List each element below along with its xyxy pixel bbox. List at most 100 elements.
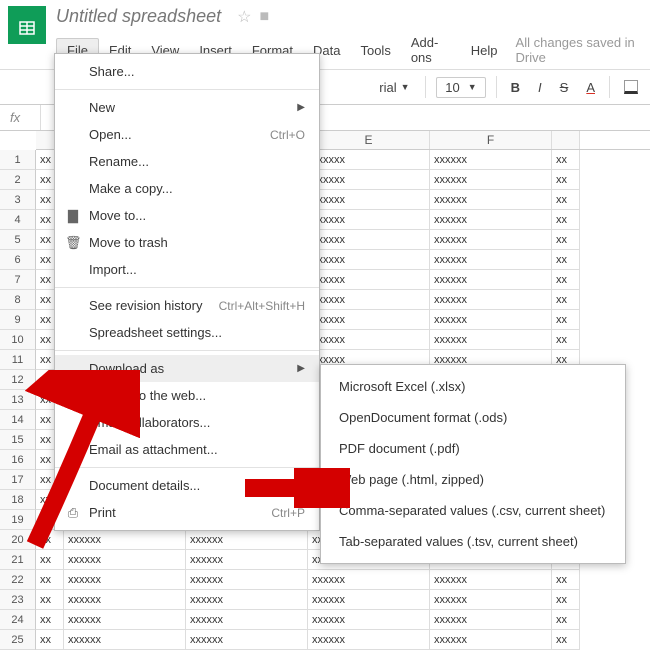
cell[interactable]: xxxxxx xyxy=(308,630,430,650)
cell[interactable]: xxxxxx xyxy=(308,150,430,170)
menu-share[interactable]: Share... xyxy=(55,58,319,85)
menu-make-copy[interactable]: Make a copy... xyxy=(55,175,319,202)
cell[interactable]: xxxxxx xyxy=(430,610,552,630)
row-header[interactable]: 21 xyxy=(0,550,36,570)
cell[interactable]: xxxxxx xyxy=(430,630,552,650)
cell[interactable]: xx xyxy=(552,190,580,210)
cell[interactable]: xx xyxy=(552,230,580,250)
column-header[interactable]: E xyxy=(308,131,430,149)
menu-move-to-trash[interactable]: 🗑Move to trash xyxy=(55,229,319,256)
bold-button[interactable]: B xyxy=(507,78,524,97)
cell[interactable]: xx xyxy=(552,170,580,190)
cell[interactable]: xxxxxx xyxy=(430,230,552,250)
cell[interactable]: xx xyxy=(552,210,580,230)
row-header[interactable]: 5 xyxy=(0,230,36,250)
cell[interactable]: xx xyxy=(36,610,64,630)
cell[interactable]: xxxxxx xyxy=(64,550,186,570)
submenu-tsv[interactable]: Tab-separated values (.tsv, current shee… xyxy=(321,526,625,557)
cell[interactable]: xxxxxx xyxy=(308,590,430,610)
menu-import[interactable]: Import... xyxy=(55,256,319,283)
menu-rename[interactable]: Rename... xyxy=(55,148,319,175)
cell[interactable]: xxxxxx xyxy=(430,330,552,350)
row-header[interactable]: 11 xyxy=(0,350,36,370)
menu-tools[interactable]: Tools xyxy=(350,39,400,62)
cell[interactable]: xxxxxx xyxy=(430,310,552,330)
row-header[interactable]: 22 xyxy=(0,570,36,590)
submenu-csv[interactable]: Comma-separated values (.csv, current sh… xyxy=(321,495,625,526)
row-header[interactable]: 7 xyxy=(0,270,36,290)
strikethrough-button[interactable]: S xyxy=(556,78,573,97)
cell[interactable]: xxxxxx xyxy=(64,630,186,650)
row-header[interactable]: 2 xyxy=(0,170,36,190)
menu-help[interactable]: Help xyxy=(461,39,508,62)
font-size-select[interactable]: 10 ▼ xyxy=(436,77,485,98)
cell[interactable]: xx xyxy=(552,590,580,610)
submenu-ods[interactable]: OpenDocument format (.ods) xyxy=(321,402,625,433)
cell[interactable]: xx xyxy=(36,550,64,570)
menu-spreadsheet-settings[interactable]: Spreadsheet settings... xyxy=(55,319,319,346)
text-color-button[interactable]: A xyxy=(582,78,599,97)
cell[interactable]: xxxxxx xyxy=(430,590,552,610)
cell[interactable]: xxxxxx xyxy=(308,170,430,190)
row-header[interactable]: 1 xyxy=(0,150,36,170)
menu-open[interactable]: Open...Ctrl+O xyxy=(55,121,319,148)
cell[interactable]: xx xyxy=(36,570,64,590)
row-header[interactable]: 25 xyxy=(0,630,36,650)
cell[interactable]: xxxxxx xyxy=(430,170,552,190)
cell[interactable]: xxxxxx xyxy=(186,530,308,550)
document-title[interactable]: Untitled spreadsheet xyxy=(56,6,221,27)
cell[interactable]: xxxxxx xyxy=(308,270,430,290)
font-family-select[interactable]: rial ▼ xyxy=(375,78,415,97)
cell[interactable]: xx xyxy=(552,630,580,650)
submenu-xlsx[interactable]: Microsoft Excel (.xlsx) xyxy=(321,371,625,402)
row-header[interactable]: 3 xyxy=(0,190,36,210)
cell[interactable]: xxxxxx xyxy=(186,550,308,570)
cell[interactable]: xx xyxy=(36,630,64,650)
sheets-logo[interactable] xyxy=(8,6,46,44)
menu-revision-history[interactable]: See revision historyCtrl+Alt+Shift+H xyxy=(55,292,319,319)
cell[interactable]: xx xyxy=(552,610,580,630)
cell[interactable]: xxxxxx xyxy=(308,310,430,330)
submenu-html[interactable]: Web page (.html, zipped) xyxy=(321,464,625,495)
cell[interactable]: xxxxxx xyxy=(186,590,308,610)
cell[interactable]: xx xyxy=(552,570,580,590)
folder-icon[interactable]: ■ xyxy=(259,8,269,26)
row-header[interactable]: 6 xyxy=(0,250,36,270)
cell[interactable]: xxxxxx xyxy=(430,210,552,230)
cell[interactable]: xxxxxx xyxy=(430,190,552,210)
menu-new[interactable]: New▶ xyxy=(55,94,319,121)
cell[interactable]: xxxxxx xyxy=(308,290,430,310)
row-header[interactable]: 4 xyxy=(0,210,36,230)
cell[interactable]: xxxxxx xyxy=(308,570,430,590)
cell[interactable]: xxxxxx xyxy=(64,570,186,590)
cell[interactable]: xxxxxx xyxy=(308,210,430,230)
column-header[interactable] xyxy=(552,131,580,149)
cell[interactable]: xxxxxx xyxy=(430,290,552,310)
cell[interactable]: xxxxxx xyxy=(430,570,552,590)
cell[interactable]: xx xyxy=(552,310,580,330)
row-header[interactable]: 9 xyxy=(0,310,36,330)
cell[interactable]: xxxxxx xyxy=(430,150,552,170)
cell[interactable]: xxxxxx xyxy=(308,330,430,350)
cell[interactable]: xxxxxx xyxy=(186,610,308,630)
cell[interactable]: xxxxxx xyxy=(64,610,186,630)
cell[interactable]: xx xyxy=(552,290,580,310)
column-header[interactable]: F xyxy=(430,131,552,149)
cell[interactable]: xx xyxy=(552,150,580,170)
cell[interactable]: xx xyxy=(552,330,580,350)
cell[interactable]: xx xyxy=(552,270,580,290)
star-icon[interactable]: ☆ xyxy=(237,7,251,27)
cell[interactable]: xxxxxx xyxy=(308,230,430,250)
cell[interactable]: xxxxxx xyxy=(308,610,430,630)
submenu-pdf[interactable]: PDF document (.pdf) xyxy=(321,433,625,464)
row-header[interactable]: 24 xyxy=(0,610,36,630)
cell[interactable]: xxxxxx xyxy=(430,250,552,270)
cell[interactable]: xx xyxy=(36,590,64,610)
cell[interactable]: xxxxxx xyxy=(186,570,308,590)
cell[interactable]: xxxxxx xyxy=(308,250,430,270)
cell[interactable]: xxxxxx xyxy=(64,590,186,610)
cell[interactable]: xxxxxx xyxy=(186,630,308,650)
menu-move-to[interactable]: ▇Move to... xyxy=(55,202,319,229)
menu-addons[interactable]: Add-ons xyxy=(401,31,461,69)
cell[interactable]: xxxxxx xyxy=(430,270,552,290)
